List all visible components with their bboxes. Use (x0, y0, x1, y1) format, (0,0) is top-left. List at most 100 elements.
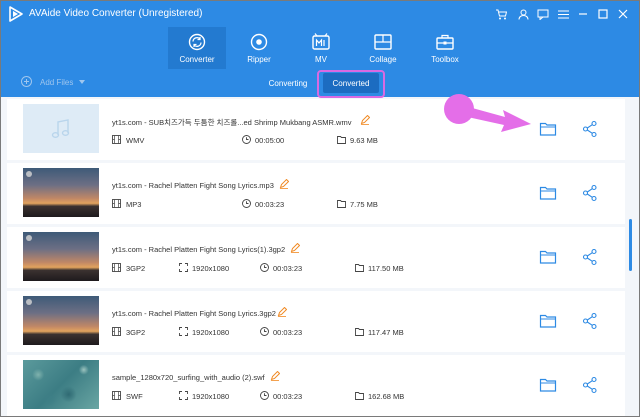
file-duration: 00:05:00 (255, 136, 285, 145)
file-name: yt1s.com - Rachel Platten Fight Song Lyr… (112, 181, 274, 190)
close-icon[interactable] (614, 5, 632, 23)
app-window: AVAide Video Converter (Unregistered) Co… (0, 0, 640, 417)
ripper-icon (250, 33, 268, 51)
file-format: MP3 (126, 200, 142, 209)
pointer-arrow-annotation (444, 94, 531, 132)
file-format: 3GP2 (126, 264, 146, 273)
open-folder-icon[interactable] (539, 248, 557, 266)
video-thumbnail (23, 168, 99, 217)
format-icon (112, 263, 121, 272)
title-bar: AVAide Video Converter (Unregistered) (1, 1, 639, 27)
chevron-down-icon[interactable] (79, 80, 85, 84)
list-scrollbar[interactable] (629, 219, 632, 271)
channel-logo (26, 235, 32, 241)
tab-collage[interactable]: Collage (354, 27, 412, 69)
converted-tab-highlight (317, 70, 385, 98)
folder-size-icon (337, 200, 346, 208)
tab-mv-label: MV (315, 55, 327, 64)
file-format: WMV (126, 136, 145, 145)
add-files-label: Add Files (40, 78, 74, 87)
cart-icon[interactable] (492, 5, 510, 23)
file-duration: 00:03:23 (273, 328, 303, 337)
chat-icon[interactable] (534, 5, 552, 23)
tab-ripper-label: Ripper (247, 55, 271, 64)
clock-icon (260, 391, 269, 400)
clock-icon (260, 327, 269, 336)
open-folder-icon[interactable] (539, 312, 557, 330)
plus-icon (21, 76, 32, 87)
file-size: 117.50 MB (368, 264, 404, 273)
tab-converting[interactable]: Converting (259, 73, 317, 93)
file-duration: 00:03:23 (255, 200, 285, 209)
open-folder-icon[interactable] (539, 376, 557, 394)
toolbox-icon (436, 34, 454, 50)
file-size: 9.63 MB (350, 136, 378, 145)
music-note-icon (51, 119, 70, 138)
clock-icon (260, 263, 269, 272)
list-item[interactable]: sample_1280x720_surfing_with_audio (2).s… (7, 355, 625, 416)
list-item[interactable]: yt1s.com - Rachel Platten Fight Song Lyr… (7, 227, 625, 288)
edit-icon[interactable] (290, 243, 300, 253)
folder-size-icon (355, 328, 364, 336)
folder-size-icon (355, 392, 364, 400)
tab-mv[interactable]: MV (292, 27, 350, 69)
tab-toolbox-label: Toolbox (431, 55, 459, 64)
file-resolution: 1920x1080 (192, 328, 230, 337)
list-item[interactable]: yt1s.com - Rachel Platten Fight Song Lyr… (7, 291, 625, 352)
share-icon[interactable] (581, 120, 599, 138)
format-icon (112, 327, 121, 336)
share-icon[interactable] (581, 184, 599, 202)
collage-icon (374, 34, 392, 50)
resolution-icon (179, 391, 188, 400)
app-logo-icon (9, 6, 23, 22)
file-name: yt1s.com - SUB치즈가득 두툼한 치즈롤...ed Shrimp M… (112, 118, 352, 127)
menu-icon[interactable] (554, 5, 572, 23)
tab-ripper[interactable]: Ripper (230, 27, 288, 69)
clock-icon (242, 135, 251, 144)
share-icon[interactable] (581, 312, 599, 330)
share-icon[interactable] (581, 376, 599, 394)
mv-icon (312, 33, 330, 50)
folder-size-icon (355, 264, 364, 272)
format-icon (112, 135, 121, 144)
clock-icon (242, 199, 251, 208)
maximize-icon[interactable] (594, 5, 612, 23)
file-size: 7.75 MB (350, 200, 378, 209)
tab-collage-label: Collage (369, 55, 397, 64)
edit-icon[interactable] (360, 115, 370, 125)
video-thumbnail (23, 232, 99, 281)
resolution-icon (179, 327, 188, 336)
format-icon (112, 199, 121, 208)
file-format: SWF (126, 392, 143, 401)
file-resolution: 1920x1080 (192, 264, 230, 273)
header: AVAide Video Converter (Unregistered) Co… (1, 1, 639, 69)
open-folder-icon[interactable] (539, 184, 557, 202)
file-name: sample_1280x720_surfing_with_audio (2).s… (112, 373, 265, 382)
file-name: yt1s.com - Rachel Platten Fight Song Lyr… (112, 309, 276, 318)
open-folder-icon[interactable] (539, 120, 557, 138)
video-thumbnail (23, 360, 99, 409)
folder-size-icon (337, 136, 346, 144)
file-duration: 00:03:23 (273, 264, 303, 273)
converter-icon (188, 33, 206, 51)
edit-icon[interactable] (270, 371, 280, 381)
user-icon[interactable] (514, 5, 532, 23)
tab-converter-label: Converter (179, 55, 215, 64)
format-icon (112, 391, 121, 400)
tab-converter[interactable]: Converter (168, 27, 226, 69)
resolution-icon (179, 263, 188, 272)
file-duration: 00:03:23 (273, 392, 303, 401)
app-title: AVAide Video Converter (Unregistered) (29, 8, 203, 19)
audio-thumbnail (23, 104, 99, 153)
file-name: yt1s.com - Rachel Platten Fight Song Lyr… (112, 245, 286, 254)
edit-icon[interactable] (279, 179, 289, 189)
file-size: 117.47 MB (368, 328, 404, 337)
file-size: 162.68 MB (368, 392, 405, 401)
list-item[interactable]: yt1s.com - Rachel Platten Fight Song Lyr… (7, 163, 625, 224)
minimize-icon[interactable] (574, 5, 592, 23)
edit-icon[interactable] (277, 307, 287, 317)
tab-toolbox[interactable]: Toolbox (416, 27, 474, 69)
file-format: 3GP2 (126, 328, 146, 337)
share-icon[interactable] (581, 248, 599, 266)
channel-logo (26, 299, 32, 305)
